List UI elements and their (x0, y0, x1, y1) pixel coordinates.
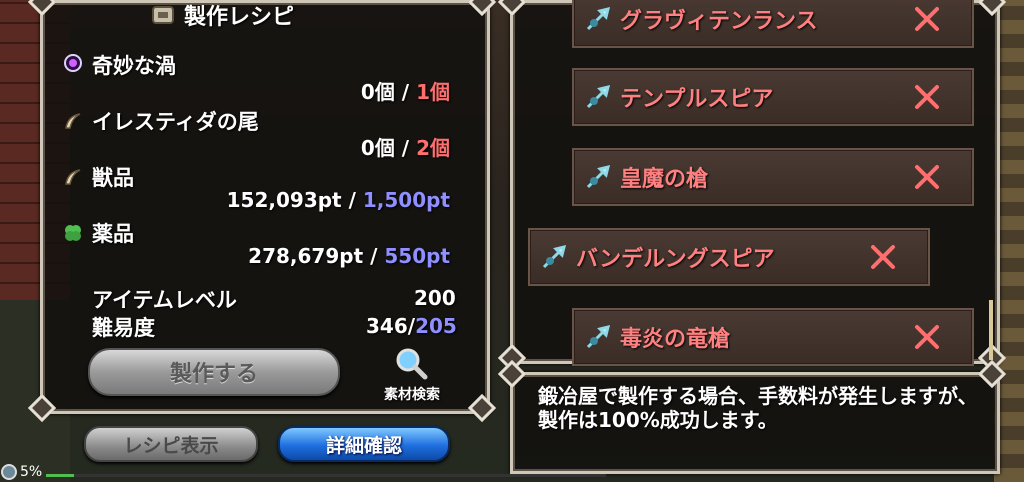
spear-icon (586, 164, 611, 189)
status-orb-icon (1, 464, 17, 480)
spear-icon (586, 324, 611, 349)
detail-confirm-button[interactable]: 詳細確認 (278, 426, 450, 462)
spear-icon (586, 6, 611, 31)
claw-icon (65, 169, 81, 185)
unavailable-x-icon (915, 85, 939, 109)
material-search-label: 素材検索 (384, 387, 440, 403)
material-quantity: 0個 / 1個 (360, 80, 450, 104)
hp-bar-track (46, 474, 606, 477)
hp-indicator: 5% (0, 462, 46, 482)
recipe-name: バンデルングスピア (576, 247, 775, 272)
unavailable-x-icon (915, 7, 939, 31)
material-quantity: 278,679pt / 550pt (248, 244, 450, 268)
panel-title-text: 製作レシピ (184, 5, 295, 30)
spear-icon (586, 84, 611, 109)
show-recipe-button[interactable]: レシピ表示 (84, 426, 258, 462)
claw-icon (65, 113, 81, 129)
purple-orb-icon (64, 54, 82, 72)
difficulty-value: 346/205 (366, 314, 457, 338)
material-name: 獣品 (92, 166, 134, 190)
recipe-name: 皇魔の槍 (620, 167, 709, 192)
material-quantity: 152,093pt / 1,500pt (226, 188, 450, 212)
recipe-item-selected[interactable]: バンデルングスピア (528, 228, 930, 286)
recipe-list-scrollbar[interactable] (989, 300, 993, 360)
material-name: 薬品 (92, 222, 134, 246)
recipe-item[interactable]: 毒炎の竜槍 (572, 308, 974, 366)
spear-icon (542, 244, 567, 269)
anvil-icon (152, 6, 174, 24)
material-name: イレスティダの尾 (92, 110, 259, 134)
magnifier-icon (396, 348, 428, 380)
recipe-name: 毒炎の竜槍 (620, 327, 731, 352)
hp-percent: 5% (20, 464, 43, 480)
hp-bar-fill (46, 474, 74, 477)
recipe-item[interactable]: テンプルスピア (572, 68, 974, 126)
item-level-label: アイテムレベル (92, 288, 237, 312)
difficulty-label: 難易度 (92, 316, 155, 340)
recipe-name: テンプルスピア (620, 87, 774, 112)
craft-button[interactable]: 製作する (88, 348, 340, 396)
panel-title: 製作レシピ (150, 0, 350, 32)
unavailable-x-icon (871, 245, 895, 269)
recipe-item[interactable]: 皇魔の槍 (572, 148, 974, 206)
material-name: 奇妙な渦 (92, 54, 176, 78)
material-quantity: 0個 / 2個 (360, 136, 450, 160)
clover-icon (65, 225, 81, 241)
item-level-value: 200 (414, 286, 456, 310)
unavailable-x-icon (915, 325, 939, 349)
unavailable-x-icon (915, 165, 939, 189)
recipe-item[interactable]: グラヴィテンランス (572, 0, 974, 48)
recipe-name: グラヴィテンランス (620, 9, 818, 34)
material-search-button[interactable]: 素材検索 (372, 346, 452, 404)
description-text: 鍛冶屋で製作する場合、手数料が発生しますが、製作は100%成功します。 (538, 384, 978, 432)
